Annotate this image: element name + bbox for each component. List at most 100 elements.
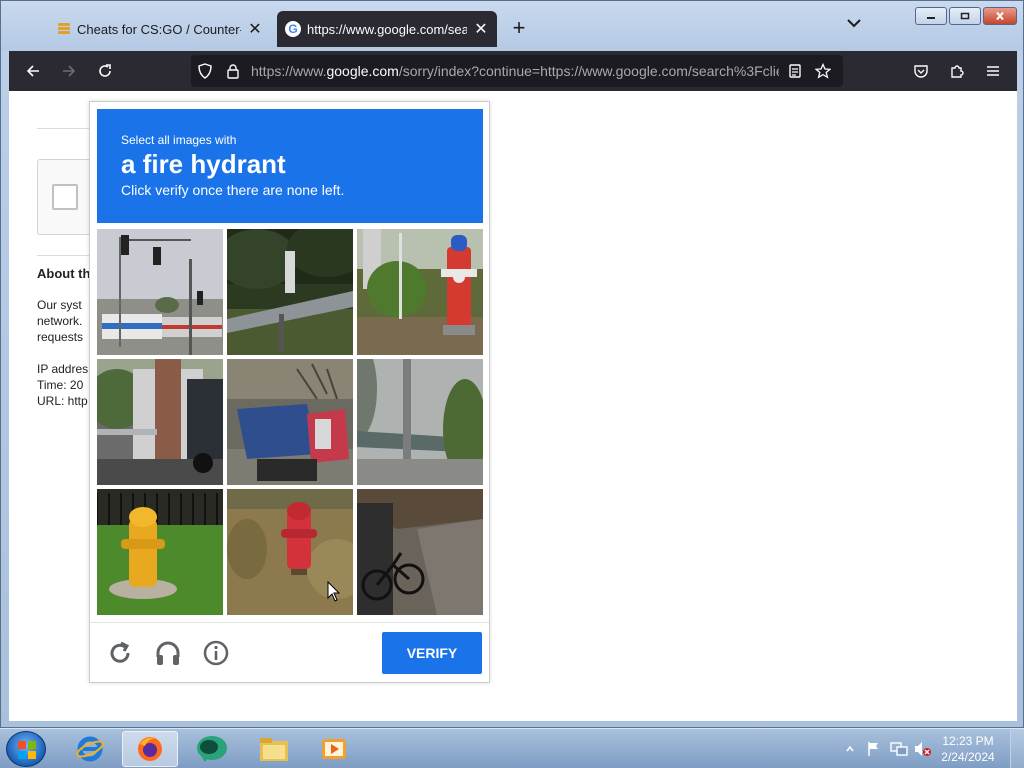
audio-challenge-headphones-icon[interactable] xyxy=(154,639,182,667)
google-favicon-icon: G xyxy=(285,21,301,37)
divider xyxy=(37,255,97,256)
challenge-header: Select all images with a fire hydrant Cl… xyxy=(97,109,483,223)
taskbar-chat-app[interactable] xyxy=(184,731,240,767)
maximize-button[interactable] xyxy=(949,7,981,25)
yellow-fire-hydrant-image xyxy=(97,489,223,615)
reload-challenge-icon[interactable] xyxy=(106,639,134,667)
lock-icon[interactable] xyxy=(225,63,241,79)
window-controls xyxy=(915,7,1017,25)
minimize-icon xyxy=(927,17,935,19)
internet-explorer-icon xyxy=(76,736,104,762)
info-icon[interactable] xyxy=(202,639,230,667)
close-icon xyxy=(996,12,1004,20)
windows-logo-icon xyxy=(18,741,36,759)
taskbar-internet-explorer[interactable] xyxy=(62,731,118,767)
extensions-button[interactable] xyxy=(945,59,969,83)
arrow-right-icon xyxy=(63,65,76,77)
taskbar-file-explorer[interactable] xyxy=(246,731,302,767)
truck-pole-image xyxy=(97,359,223,485)
taskbar-media-player[interactable] xyxy=(306,731,362,767)
media-player-icon xyxy=(322,739,346,759)
taskbar-firefox[interactable] xyxy=(122,731,178,767)
traffic-lights-image xyxy=(97,229,223,355)
tab-title: Cheats for CS:GO / Counter-Stri xyxy=(77,21,241,37)
start-button[interactable] xyxy=(6,731,46,767)
footer-divider xyxy=(90,622,489,623)
pocket-icon xyxy=(914,65,928,78)
bookmark-star-icon[interactable] xyxy=(815,63,831,79)
pole-trees-image xyxy=(357,359,483,485)
page-content: About th Our syst network. requests IP a… xyxy=(9,91,1017,721)
url-line: URL: http xyxy=(37,394,88,408)
recaptcha-challenge: Select all images with a fire hydrant Cl… xyxy=(89,101,490,683)
body-text-line: requests xyxy=(37,330,84,344)
image-tile-traffic-lights[interactable] xyxy=(97,229,223,355)
file-explorer-icon xyxy=(260,738,288,761)
browser-window: Cheats for CS:GO / Counter-Stri ✕ G http… xyxy=(0,0,1024,728)
tab-google-search[interactable]: G https://www.google.com/search ✕ xyxy=(277,11,497,47)
mouse-cursor-icon xyxy=(327,581,341,602)
about-heading: About th xyxy=(37,266,91,281)
chat-app-icon xyxy=(197,736,227,762)
recaptcha-anchor-box xyxy=(37,159,97,235)
minimize-button[interactable] xyxy=(915,7,947,25)
bicycle-image xyxy=(357,489,483,615)
network-icon[interactable] xyxy=(890,741,908,757)
challenge-instruction: Click verify once there are none left. xyxy=(121,182,345,198)
volume-muted-icon[interactable] xyxy=(914,741,932,757)
back-button[interactable] xyxy=(21,59,45,83)
reload-button[interactable] xyxy=(93,59,117,83)
taskbar: 12:23 PM 2/24/2024 xyxy=(0,728,1024,768)
recaptcha-checkbox[interactable] xyxy=(52,184,78,210)
challenge-prompt: Select all images with xyxy=(121,133,237,147)
csgo-favicon-icon xyxy=(57,22,71,36)
list-all-tabs-button[interactable] xyxy=(847,15,861,33)
tab-strip: Cheats for CS:GO / Counter-Stri ✕ G http… xyxy=(1,1,1023,51)
image-tile-guardrail[interactable] xyxy=(227,229,353,355)
challenge-object: a fire hydrant xyxy=(121,149,286,179)
dumpster-image xyxy=(227,359,353,485)
image-tile-pole-trees[interactable] xyxy=(357,359,483,485)
url-text[interactable]: https://www.google.com/sorry/index?conti… xyxy=(251,63,779,79)
tracking-protection-shield-icon[interactable] xyxy=(197,63,213,79)
reader-view-icon[interactable] xyxy=(787,63,803,79)
clock-date: 2/24/2024 xyxy=(941,750,995,764)
arrow-left-icon xyxy=(26,65,39,77)
restore-icon xyxy=(960,12,970,20)
tab-title: https://www.google.com/search xyxy=(307,21,467,37)
new-tab-button[interactable]: + xyxy=(507,15,531,41)
ip-address-line: IP addres xyxy=(37,362,89,376)
image-tile-truck-pole[interactable] xyxy=(97,359,223,485)
image-grid xyxy=(97,229,483,615)
guardrail-image xyxy=(227,229,353,355)
show-desktop-button[interactable] xyxy=(1010,729,1024,768)
hamburger-menu-icon xyxy=(987,66,999,76)
navigation-toolbar: https://www.google.com/sorry/index?conti… xyxy=(9,51,1017,91)
address-bar[interactable]: https://www.google.com/sorry/index?conti… xyxy=(191,55,843,87)
body-text-line: network. xyxy=(37,314,83,328)
image-tile-yellow-fire-hydrant[interactable] xyxy=(97,489,223,615)
time-line: Time: 20 xyxy=(37,378,84,392)
red-fire-hydrant-image xyxy=(357,229,483,355)
menu-button[interactable] xyxy=(981,59,1005,83)
image-tile-dumpster[interactable] xyxy=(227,359,353,485)
action-center-flag-icon[interactable] xyxy=(866,741,882,757)
clock-time: 12:23 PM xyxy=(942,734,994,748)
verify-button[interactable]: VERIFY xyxy=(382,632,482,674)
divider xyxy=(37,128,97,129)
reload-icon xyxy=(99,64,111,77)
image-tile-bicycle[interactable] xyxy=(357,489,483,615)
close-window-button[interactable] xyxy=(983,7,1017,25)
system-clock[interactable]: 12:23 PM 2/24/2024 xyxy=(938,733,998,765)
tab-close-icon[interactable]: ✕ xyxy=(247,19,263,39)
pocket-button[interactable] xyxy=(909,59,933,83)
forward-button[interactable] xyxy=(57,59,81,83)
image-tile-red-fire-hydrant[interactable] xyxy=(357,229,483,355)
body-text-line: Our syst xyxy=(37,298,82,312)
show-hidden-icons-chevron-icon[interactable] xyxy=(846,745,854,753)
firefox-icon xyxy=(138,737,162,761)
chevron-down-icon xyxy=(847,19,861,28)
puzzle-piece-icon xyxy=(951,65,964,78)
tab-close-icon[interactable]: ✕ xyxy=(473,19,489,39)
tab-csgo-cheats[interactable]: Cheats for CS:GO / Counter-Stri ✕ xyxy=(49,11,271,47)
